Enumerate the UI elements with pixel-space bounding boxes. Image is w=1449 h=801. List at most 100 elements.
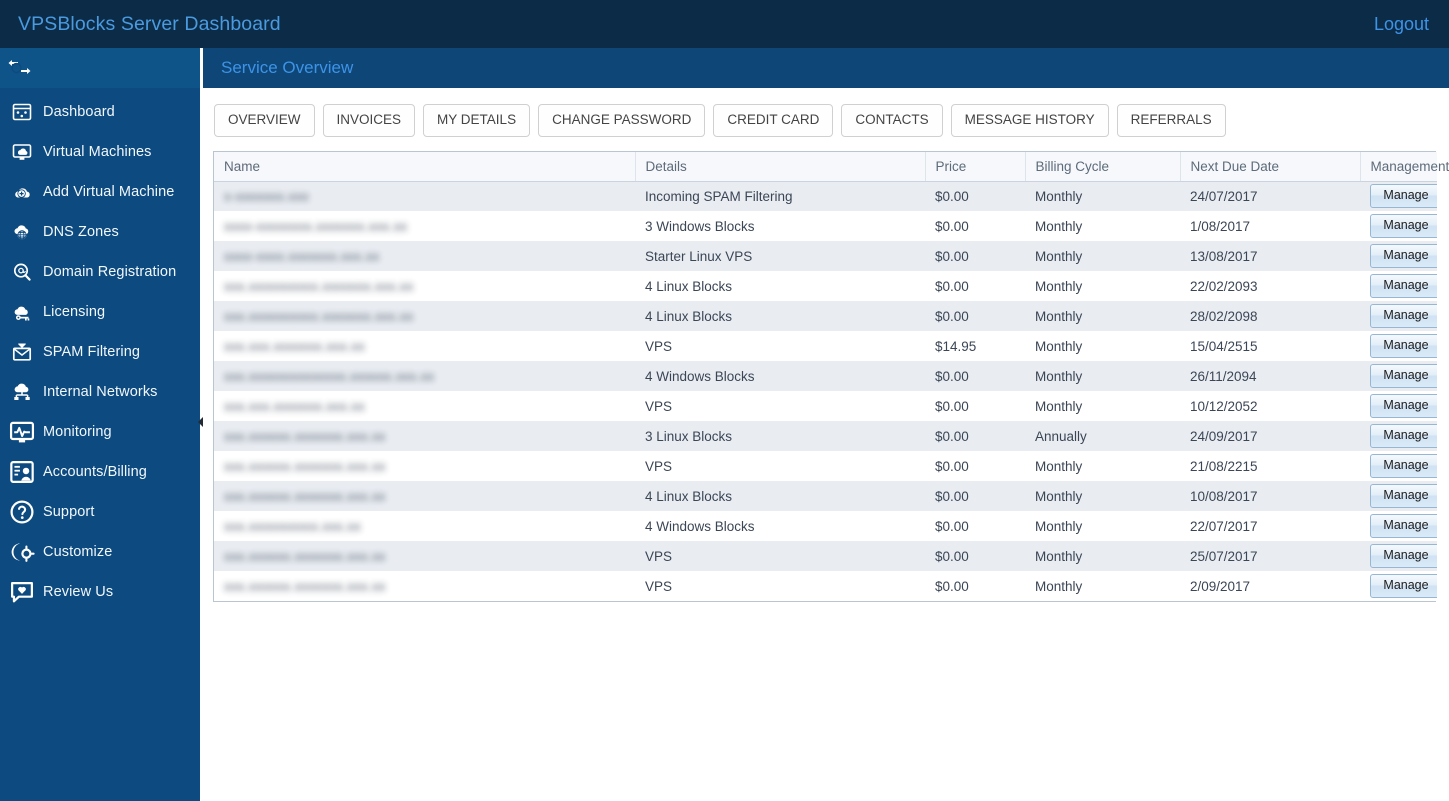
cell-details: VPS xyxy=(645,398,673,414)
redacted-service-name: xxx.xxxxxxxxxx.xxx.xx xyxy=(224,518,361,534)
cell-next-due-date: 22/02/2093 xyxy=(1190,278,1258,294)
column-header-price[interactable]: Price xyxy=(925,151,1026,182)
table-row: xxx.xxxxxx.xxxxxxx.xxx.xx VPS $0.00 Monthly… xyxy=(214,571,1437,601)
manage-button[interactable]: Manage xyxy=(1370,514,1437,538)
manage-button[interactable]: Manage xyxy=(1370,424,1437,448)
tab-change-password[interactable]: CHANGE PASSWORD xyxy=(538,104,706,137)
sidebar-item-label: Monitoring xyxy=(43,424,112,440)
manage-button[interactable]: Manage xyxy=(1370,364,1437,388)
cell-management: Manage xyxy=(1360,511,1437,541)
tab-message-history[interactable]: MESSAGE HISTORY xyxy=(950,104,1109,137)
table-row: xxx.xxxxxx.xxxxxxx.xxx.xx VPS $0.00 Monthly… xyxy=(214,541,1437,571)
sidebar-item-internal-networks[interactable]: Internal Networks xyxy=(0,372,200,412)
manage-button[interactable]: Manage xyxy=(1370,274,1437,298)
collapse-expand-arrows-icon xyxy=(8,57,34,79)
cell-name: xxxx-xxxxxxxx.xxxxxxx.xxx.xx xyxy=(214,211,635,241)
sidebar-item-virtual-machines[interactable]: Virtual Machines xyxy=(0,132,200,172)
heartbeat-monitor-icon xyxy=(9,421,35,443)
cell-management: Manage xyxy=(1360,571,1437,601)
tab-credit-card[interactable]: CREDIT CARD xyxy=(713,104,834,137)
sidebar-collapse-handle[interactable] xyxy=(196,415,205,429)
manage-button[interactable]: Manage xyxy=(1370,574,1437,598)
logout-link[interactable]: Logout xyxy=(1374,14,1429,35)
cell-details: 3 Windows Blocks xyxy=(645,218,755,234)
manage-button[interactable]: Manage xyxy=(1370,394,1437,418)
page-header: Service Overview xyxy=(200,48,1449,88)
sidebar-item-licensing[interactable]: Licensing xyxy=(0,292,200,332)
cell-price: $0.00 xyxy=(935,398,969,414)
sidebar-item-monitoring[interactable]: Monitoring xyxy=(0,412,200,452)
cell-management: Manage xyxy=(1360,361,1437,391)
table-row: x-xxxxxxx.xxx Incoming SPAM Filtering $0.0… xyxy=(214,181,1437,211)
cell-details: 4 Linux Blocks xyxy=(645,278,733,294)
cell-next-due-date: 26/11/2094 xyxy=(1190,368,1257,384)
table-row: xxx.xxx.xxxxxxx.xxx.xx VPS $0.00 Monthly 10/… xyxy=(214,391,1437,421)
tab-overview[interactable]: OVERVIEW xyxy=(214,104,315,137)
sidebar-item-label: Accounts/Billing xyxy=(43,464,147,480)
column-header-next-due-date[interactable]: Next Due Date xyxy=(1180,151,1361,182)
monitor-cloud-icon xyxy=(9,139,35,165)
table-row: xxx.xxxxxxxxxx.xxx.xx 4 Windows Blocks $0.… xyxy=(214,511,1437,541)
column-header-billing-cycle[interactable]: Billing Cycle xyxy=(1025,151,1181,182)
sidebar-item-spam-filtering[interactable]: SPAM Filtering xyxy=(0,332,200,372)
sidebar-item-add-virtual-machine[interactable]: Add Virtual Machine xyxy=(0,172,200,212)
sidebar-item-label: SPAM Filtering xyxy=(43,344,141,360)
sidebar-item-accounts-billing[interactable]: Accounts/Billing xyxy=(0,452,200,492)
redacted-service-name: xxx.xxxxxxxxxx.xxxxxxx.xxx.xx xyxy=(224,308,414,324)
sidebar-toggle-button[interactable] xyxy=(0,48,200,88)
cell-billing-cycle: Monthly xyxy=(1035,308,1083,324)
sidebar-item-label: Support xyxy=(43,504,95,520)
sidebar-item-support[interactable]: Support xyxy=(0,492,200,532)
manage-button[interactable]: Manage xyxy=(1370,244,1437,268)
cell-price: $0.00 xyxy=(935,458,969,474)
table-row: xxx.xxxxxxxxxx.xxxxxxx.xxx.xx 4 Linux Blo… xyxy=(214,271,1437,301)
manage-button[interactable]: Manage xyxy=(1370,334,1437,358)
tab-referrals[interactable]: REFERRALS xyxy=(1116,104,1226,137)
manage-button[interactable]: Manage xyxy=(1370,454,1437,478)
sidebar-item-dns-zones[interactable]: DNS Zones xyxy=(0,212,200,252)
cloud-plus-icon xyxy=(9,179,35,205)
manage-button[interactable]: Manage xyxy=(1370,184,1437,209)
table-row: xxx.xxxxxx.xxxxxxx.xxx.xx VPS $0.00 Monthly… xyxy=(214,451,1437,481)
column-header-name[interactable]: Name xyxy=(214,151,636,182)
table-row: xxxx-xxxx.xxxxxxx.xxx.xx Starter Linux VP… xyxy=(214,241,1437,271)
cell-details: VPS xyxy=(645,548,673,564)
cell-management: Manage xyxy=(1360,241,1437,271)
column-header-details[interactable]: Details xyxy=(635,151,926,182)
sidebar-item-dashboard[interactable]: Dashboard xyxy=(0,92,200,132)
cell-billing-cycle: Monthly xyxy=(1035,398,1083,414)
cell-price: $0.00 xyxy=(935,188,969,204)
table-body: x-xxxxxxx.xxx Incoming SPAM Filtering $0.0… xyxy=(214,181,1437,601)
manage-button[interactable]: Manage xyxy=(1370,484,1437,508)
cell-management: Manage xyxy=(1360,391,1437,421)
cell-details: 4 Windows Blocks xyxy=(645,518,755,534)
manage-button[interactable]: Manage xyxy=(1370,304,1437,328)
redacted-service-name: xxx.xxxxxx.xxxxxxx.xxx.xx xyxy=(224,548,386,564)
cell-management: Manage xyxy=(1360,211,1437,241)
manage-button[interactable]: Manage xyxy=(1370,544,1437,568)
app-root: VPSBlocks Server Dashboard Logout Dashbo… xyxy=(0,0,1449,801)
tab-invoices[interactable]: INVOICES xyxy=(322,104,416,137)
redacted-service-name: xxx.xxxxxx.xxxxxxx.xxx.xx xyxy=(224,578,386,594)
manage-button[interactable]: Manage xyxy=(1370,214,1437,238)
tab-contacts[interactable]: CONTACTS xyxy=(841,104,943,137)
cell-next-due-date: 13/08/2017 xyxy=(1190,248,1258,264)
cell-name: x-xxxxxxx.xxx xyxy=(214,181,635,211)
cell-price: $0.00 xyxy=(935,248,969,264)
cell-billing-cycle: Monthly xyxy=(1035,278,1083,294)
cell-price: $0.00 xyxy=(935,548,969,564)
cell-details: VPS xyxy=(645,578,673,594)
cell-management: Manage xyxy=(1360,181,1437,211)
redacted-service-name: xxxx-xxxx.xxxxxxx.xxx.xx xyxy=(224,248,380,264)
network-cloud-icon xyxy=(9,379,35,405)
page-title: Service Overview xyxy=(221,58,354,77)
sidebar-item-domain-registration[interactable]: Domain Registration xyxy=(0,252,200,292)
cell-billing-cycle: Monthly xyxy=(1035,188,1083,204)
cell-next-due-date: 1/08/2017 xyxy=(1190,218,1251,234)
tab-my-details[interactable]: MY DETAILS xyxy=(423,104,531,137)
sidebar-item-review-us[interactable]: Review Us xyxy=(0,572,200,612)
sidebar-item-customize[interactable]: Customize xyxy=(0,532,200,572)
cell-price: $0.00 xyxy=(935,308,969,324)
table-row: xxx.xxxxxxxxxxxxxx.xxxxxx.xxx.xx 4 Window… xyxy=(214,361,1437,391)
cell-details: VPS xyxy=(645,458,673,474)
